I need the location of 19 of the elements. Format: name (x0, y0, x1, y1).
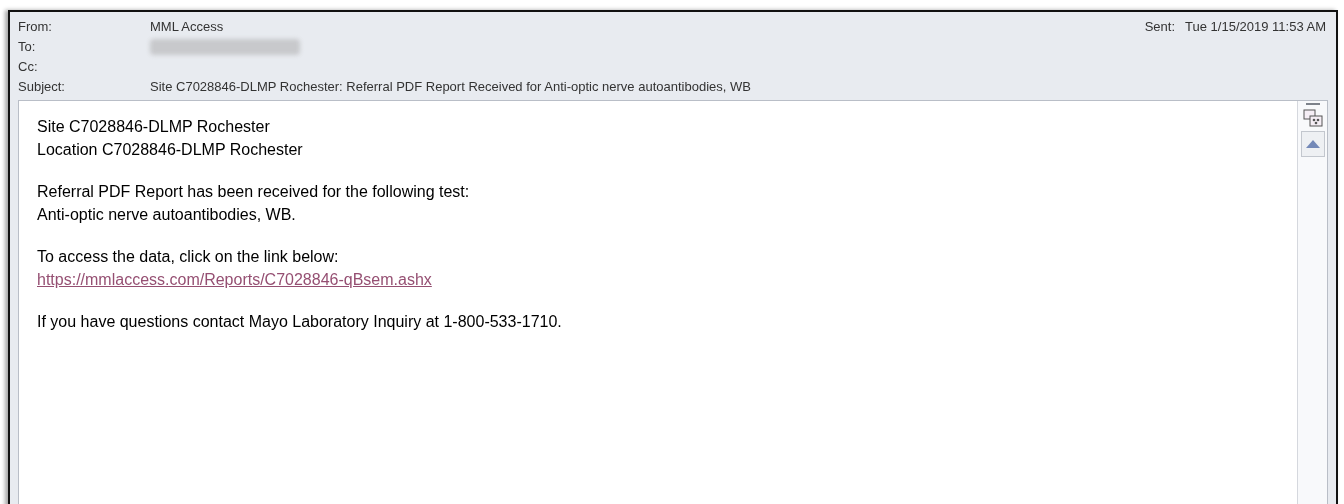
field-value: Site C7028846-DLMP Rochester: Referral PDF Report Received for Anti-optic nerve autoantibodies, WB (150, 78, 751, 97)
scroll-up-button[interactable] (1300, 131, 1325, 157)
body-text-line: Anti-optic nerve autoantibodies, WB. (37, 205, 296, 225)
body-text-line: Referral PDF Report has been received for the following test: (37, 182, 470, 202)
field-label: Subject: (18, 78, 66, 97)
field-label: From: (18, 18, 53, 37)
sent-label: Sent: (1144, 18, 1176, 36)
body-text-line: Location C7028846-DLMP Rochester (37, 140, 303, 160)
field-label: To: (18, 38, 37, 57)
report-link[interactable]: https://mmlaccess.com/Reports/C7028846-qBsem.ashx (37, 268, 432, 291)
body-text-line: If you have questions contact Mayo Laboratory Inquiry at 1-800-533-1710. (37, 312, 562, 332)
body-text-line: Site C7028846-DLMP Rochester (37, 117, 270, 137)
field-label: Cc: (18, 58, 39, 77)
up-arrow-icon (1305, 140, 1320, 148)
people-icon[interactable] (1302, 108, 1323, 128)
collapse-handle[interactable] (1305, 103, 1320, 105)
sent-value: Tue 1/15/2019 11:53 AM (1185, 18, 1326, 36)
body-text-line: To access the data, click on the link below: (37, 247, 339, 267)
field-value: MML Access (150, 18, 224, 37)
